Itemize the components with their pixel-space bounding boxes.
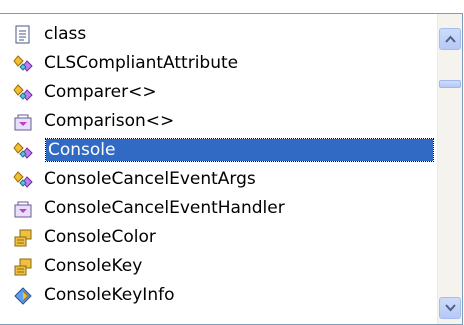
intellisense-popup: class CLSCompliantAttribute Comparer<> C… [0, 13, 463, 325]
list-item[interactable]: Comparison<> [0, 107, 433, 136]
class-icon [13, 141, 33, 161]
list-item-label: ConsoleColor [44, 227, 156, 247]
keyword-icon [13, 25, 33, 45]
list-item-label: ConsoleCancelEventHandler [44, 198, 285, 218]
scrollbar-thumb[interactable] [439, 80, 461, 88]
list-item[interactable]: ConsoleCancelEventArgs [0, 165, 433, 194]
list-item-label: Comparison<> [44, 111, 175, 131]
class-icon [13, 170, 33, 190]
list-item-label: Console [45, 138, 434, 162]
list-item-label: CLSCompliantAttribute [44, 53, 239, 73]
list-item[interactable]: ConsoleCancelEventHandler [0, 194, 433, 223]
list-item-label: ConsoleKeyInfo [44, 285, 175, 305]
delegate-icon [13, 199, 33, 219]
chevron-up-icon [445, 35, 456, 43]
scroll-down-button[interactable] [439, 297, 461, 319]
list-item[interactable]: ConsoleColor [0, 223, 433, 252]
editor-text-strip [0, 0, 464, 13]
delegate-icon [13, 112, 33, 132]
list-item-label: Comparer<> [44, 82, 157, 102]
list-item-label: ConsoleKey [44, 256, 143, 276]
enum-icon [13, 228, 33, 248]
list-item[interactable]: class [0, 20, 433, 49]
list-item[interactable]: ConsoleKeyInfo [0, 281, 433, 310]
class-icon [13, 83, 33, 103]
class-icon [13, 54, 33, 74]
list-item[interactable]: ConsoleKey [0, 252, 433, 281]
list-item[interactable]: Comparer<> [0, 78, 433, 107]
chevron-down-icon [445, 304, 456, 312]
enum-icon [13, 257, 33, 277]
completion-list[interactable]: class CLSCompliantAttribute Comparer<> C… [0, 20, 434, 310]
list-item-selected[interactable]: Console [0, 136, 434, 165]
list-item-label: class [44, 24, 87, 44]
scroll-up-button[interactable] [439, 28, 461, 50]
vertical-scrollbar[interactable] [437, 14, 462, 324]
struct-icon [13, 286, 33, 306]
list-item-label: ConsoleCancelEventArgs [44, 169, 256, 189]
list-item[interactable]: CLSCompliantAttribute [0, 49, 433, 78]
